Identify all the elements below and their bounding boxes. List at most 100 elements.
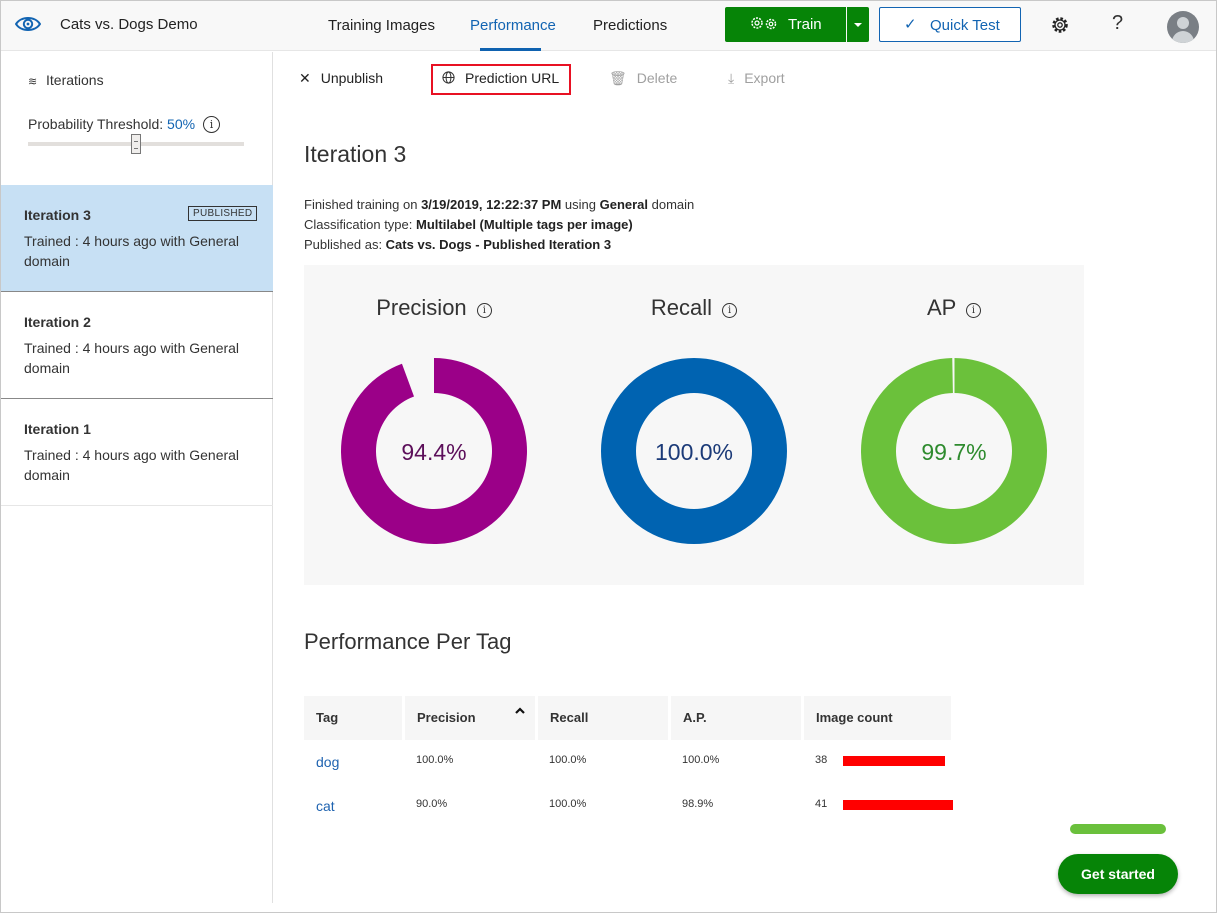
globe-icon xyxy=(442,71,455,84)
layers-icon: ≋ xyxy=(28,76,38,88)
ap-metric: AP i 99.7% xyxy=(824,265,1084,585)
iteration-description: Trained : 4 hours ago with General domai… xyxy=(24,233,240,269)
image-count-cell: 38 xyxy=(815,754,828,766)
sort-ascending-icon[interactable] xyxy=(513,704,527,718)
iterations-sidebar: ≋ Iterations Probability Threshold: 50% i… xyxy=(1,52,273,903)
iteration-list-item[interactable]: Iteration 2 Trained : 4 hours ago with G… xyxy=(1,292,273,399)
metric-title-text: AP xyxy=(926,295,956,320)
recall-cell: 100.0% xyxy=(549,754,587,766)
tag-link[interactable]: cat xyxy=(316,798,335,814)
metric-title: AP i xyxy=(824,295,1084,321)
export-label: Export xyxy=(744,70,785,86)
precision-cell: 100.0% xyxy=(416,754,454,766)
probability-threshold-slider-thumb[interactable] xyxy=(131,134,141,154)
quick-test-button[interactable]: ✓ Quick Test xyxy=(879,7,1021,42)
train-button[interactable]: Train xyxy=(725,7,846,42)
published-name: Cats vs. Dogs - Published Iteration 3 xyxy=(385,237,612,252)
gears-icon xyxy=(751,17,777,30)
finished-training-line: Finished training on 3/19/2019, 12:22:37… xyxy=(304,197,694,212)
iteration-name: Iteration 1 xyxy=(24,421,91,437)
column-header-precision[interactable]: Precision xyxy=(405,696,535,740)
download-arrow-icon: ⤓ xyxy=(728,70,735,86)
finished-date: 3/19/2019, 12:22:37 PM xyxy=(421,197,562,212)
iteration-description: Trained : 4 hours ago with General domai… xyxy=(24,340,240,376)
tab-predictions[interactable]: Predictions xyxy=(593,17,667,34)
image-count-cell: 41 xyxy=(815,798,828,810)
top-header: Cats vs. Dogs Demo Training Images Perfo… xyxy=(1,1,1216,51)
iterations-header: ≋ Iterations xyxy=(28,72,104,88)
get-started-button[interactable]: Get started xyxy=(1058,854,1178,894)
iteration-list-item[interactable]: Iteration 1 Trained : 4 hours ago with G… xyxy=(1,399,273,506)
metrics-panel: Precision i 94.4% Recall i 100.0% AP i 9… xyxy=(304,265,1084,585)
iteration-name: Iteration 2 xyxy=(24,314,91,330)
train-label: Train xyxy=(788,16,822,33)
tag-link[interactable]: dog xyxy=(316,754,339,770)
finished-prefix: Finished training on xyxy=(304,197,422,212)
prediction-url-label: Prediction URL xyxy=(465,70,560,86)
column-header-ap[interactable]: A.P. xyxy=(671,696,801,740)
domain-suffix: domain xyxy=(648,197,695,212)
column-header-image-count[interactable]: Image count xyxy=(804,696,951,740)
precision-metric: Precision i 94.4% xyxy=(304,265,564,585)
trash-icon: 🗑 xyxy=(609,70,627,86)
column-header-tag[interactable]: Tag xyxy=(304,696,402,740)
published-prefix: Published as: xyxy=(304,237,386,252)
metric-value: 94.4% xyxy=(401,439,467,465)
info-icon[interactable]: i xyxy=(476,303,492,318)
settings-gear-icon[interactable] xyxy=(1050,15,1070,35)
probability-threshold-row: Probability Threshold: 50% i xyxy=(28,116,220,133)
user-avatar[interactable] xyxy=(1167,11,1199,43)
delete-button[interactable]: 🗑 Delete xyxy=(609,70,677,87)
info-icon[interactable]: i xyxy=(202,116,220,133)
delete-label: Delete xyxy=(636,70,678,86)
published-badge: PUBLISHED xyxy=(188,206,258,221)
info-icon[interactable]: i xyxy=(966,303,982,318)
iteration-name: Iteration 3 xyxy=(24,207,91,223)
domain-name: General xyxy=(599,197,649,212)
tab-performance[interactable]: Performance xyxy=(470,17,556,34)
iteration-list-item[interactable]: Iteration 3 PUBLISHED Trained : 4 hours … xyxy=(1,185,273,292)
close-x-icon: ✕ xyxy=(299,70,311,86)
avatar-head-shape xyxy=(1177,17,1189,29)
image-count-bar xyxy=(843,800,953,810)
probability-threshold-label: Probability Threshold: xyxy=(28,116,164,132)
image-count-bar xyxy=(843,756,945,766)
column-header-recall[interactable]: Recall xyxy=(538,696,668,740)
using-text: using xyxy=(561,197,600,212)
checkmark-icon: ✓ xyxy=(904,16,917,33)
precision-cell: 90.0% xyxy=(416,798,448,810)
train-dropdown-button[interactable] xyxy=(847,7,869,42)
info-icon[interactable]: i xyxy=(722,303,738,318)
unpublish-button[interactable]: ✕ Unpublish xyxy=(299,70,383,87)
avatar-body-shape xyxy=(1172,31,1194,43)
metric-title-text: Precision xyxy=(376,295,467,320)
help-icon[interactable]: ? xyxy=(1112,12,1123,35)
classification-type: Multilabel (Multiple tags per image) xyxy=(416,217,633,232)
metric-title-text: Recall xyxy=(650,295,712,320)
iteration-description: Trained : 4 hours ago with General domai… xyxy=(24,447,240,483)
iterations-label: Iterations xyxy=(46,72,104,88)
classification-type-line: Classification type: Multilabel (Multipl… xyxy=(304,217,633,232)
active-tab-indicator xyxy=(480,48,541,51)
published-as-line: Published as: Cats vs. Dogs - Published … xyxy=(304,237,611,252)
onboarding-progress-bar xyxy=(1070,824,1166,834)
metric-title: Recall i xyxy=(564,295,824,321)
ap-cell: 98.9% xyxy=(682,798,714,810)
probability-threshold-value: 50% xyxy=(167,116,196,132)
recall-cell: 100.0% xyxy=(549,798,587,810)
performance-per-tag-title: Performance Per Tag xyxy=(304,629,512,654)
classification-prefix: Classification type: xyxy=(304,217,416,232)
app-title[interactable]: Cats vs. Dogs Demo xyxy=(60,16,198,33)
metric-title: Precision i xyxy=(304,295,564,321)
quick-test-label: Quick Test xyxy=(930,17,1000,34)
eye-logo-icon xyxy=(15,17,41,31)
metric-value: 99.7% xyxy=(921,439,987,465)
ap-cell: 100.0% xyxy=(682,754,720,766)
iteration-title: Iteration 3 xyxy=(304,141,407,167)
export-button[interactable]: ⤓ Export xyxy=(728,70,785,87)
prediction-url-button[interactable]: Prediction URL xyxy=(442,70,559,86)
tab-training-images[interactable]: Training Images xyxy=(328,17,435,34)
recall-metric: Recall i 100.0% xyxy=(564,265,824,585)
unpublish-label: Unpublish xyxy=(320,70,383,86)
metric-value: 100.0% xyxy=(654,439,733,465)
